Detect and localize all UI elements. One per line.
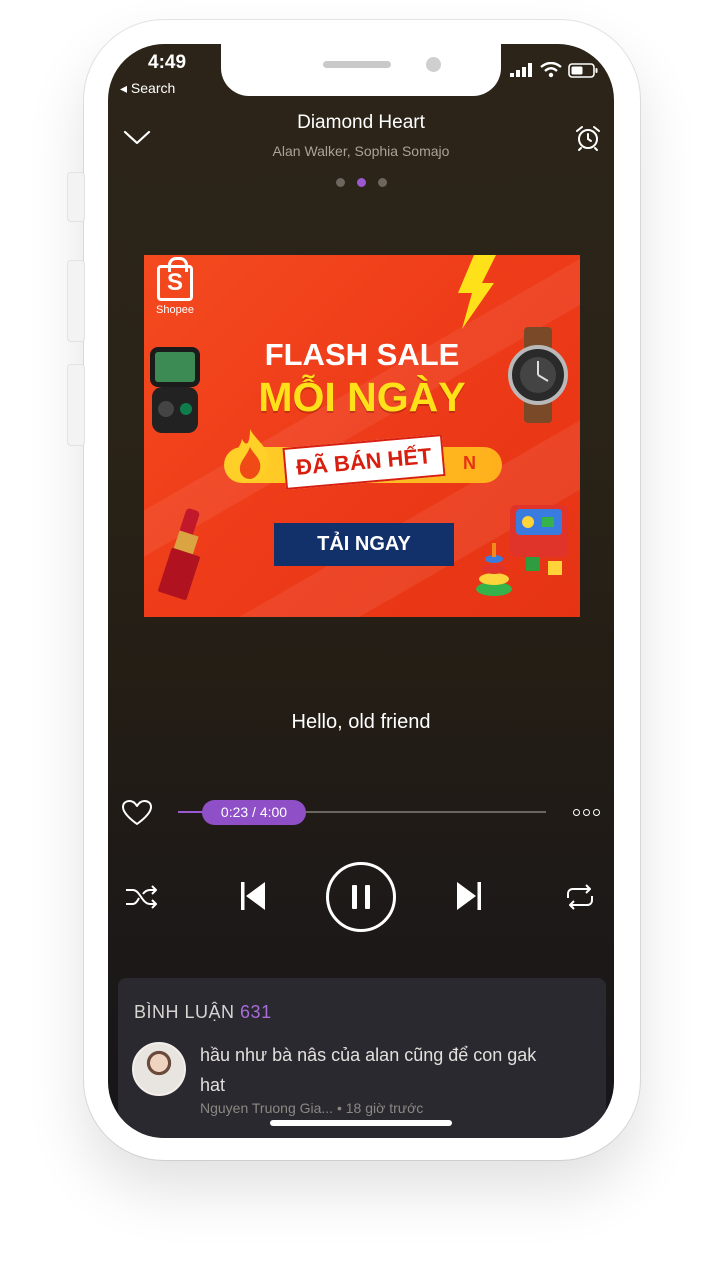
pause-icon[interactable] xyxy=(326,862,396,932)
comment-meta: Nguyen Truong Gia... • 18 giờ trước xyxy=(200,1100,423,1116)
song-title: Diamond Heart xyxy=(297,112,425,133)
status-icons xyxy=(510,62,598,78)
wifi-icon xyxy=(540,62,562,78)
app-screen: 4:49 ◂ Search Diamond Heart Alan Walker,… xyxy=(108,44,614,1138)
front-camera xyxy=(426,57,441,72)
skip-next-icon[interactable] xyxy=(454,878,484,914)
cellular-signal-icon xyxy=(510,63,532,77)
flame-icon xyxy=(232,429,269,481)
alarm-clock-icon[interactable] xyxy=(574,124,602,152)
ad-pill-text: N xyxy=(463,453,476,473)
avatar[interactable] xyxy=(132,1042,186,1096)
heart-icon[interactable] xyxy=(122,800,152,826)
page-dot[interactable] xyxy=(336,178,345,187)
page-indicator[interactable] xyxy=(336,178,387,187)
status-time: 4:49 xyxy=(148,52,187,73)
playback-time-scrubber[interactable]: 0:23 / 4:00 xyxy=(202,800,306,825)
shuffle-icon[interactable] xyxy=(124,882,160,912)
comments-title: BÌNH LUẬN xyxy=(134,1002,235,1022)
comments-panel[interactable]: BÌNH LUẬN 631 hầu như bà nâs của alan cũ… xyxy=(118,978,606,1138)
ad-headline-daily: MỖI NGÀY xyxy=(258,374,466,420)
comments-heading: BÌNH LUẬN 631 xyxy=(134,1002,272,1023)
skip-previous-icon[interactable] xyxy=(238,878,268,914)
mute-switch xyxy=(67,172,85,222)
volume-up-button xyxy=(67,260,85,342)
more-icon[interactable] xyxy=(573,809,600,816)
toy-image xyxy=(476,505,568,596)
page-dot-active[interactable] xyxy=(357,178,366,187)
shopee-logo: S Shopee xyxy=(152,257,198,323)
shopee-bag-icon: S xyxy=(157,257,193,301)
volume-down-button xyxy=(67,364,85,446)
device-notch xyxy=(221,44,501,96)
lightning-bolt-icon xyxy=(458,255,496,329)
ad-download-button[interactable]: TẢI NGAY xyxy=(274,523,454,566)
song-artist: Alan Walker, Sophia Somajo xyxy=(272,143,450,159)
ad-headline-flash-sale: FLASH SALE xyxy=(264,337,460,372)
lipstick-image xyxy=(158,508,200,600)
comment-time: • 18 giờ trước xyxy=(336,1100,424,1116)
page-dot[interactable] xyxy=(378,178,387,187)
comment-author[interactable]: Nguyen Truong Gia... xyxy=(200,1100,333,1116)
back-to-search-link[interactable]: ◂ Search xyxy=(120,80,175,97)
comment-text: hầu như bà nâs của alan cũng để con gak … xyxy=(200,1045,537,1095)
speaker-grille xyxy=(323,61,391,68)
home-indicator[interactable] xyxy=(270,1120,452,1126)
current-lyric: Hello, old friend xyxy=(291,711,431,733)
comments-count: 631 xyxy=(240,1002,272,1022)
shopee-ad-banner[interactable]: S Shopee FLASH SALE MỖI NGÀY N ĐÃ BÁN HẾ… xyxy=(144,255,580,617)
battery-icon xyxy=(568,62,598,78)
shopee-brand-name: Shopee xyxy=(156,304,194,316)
repeat-icon[interactable] xyxy=(562,882,598,912)
